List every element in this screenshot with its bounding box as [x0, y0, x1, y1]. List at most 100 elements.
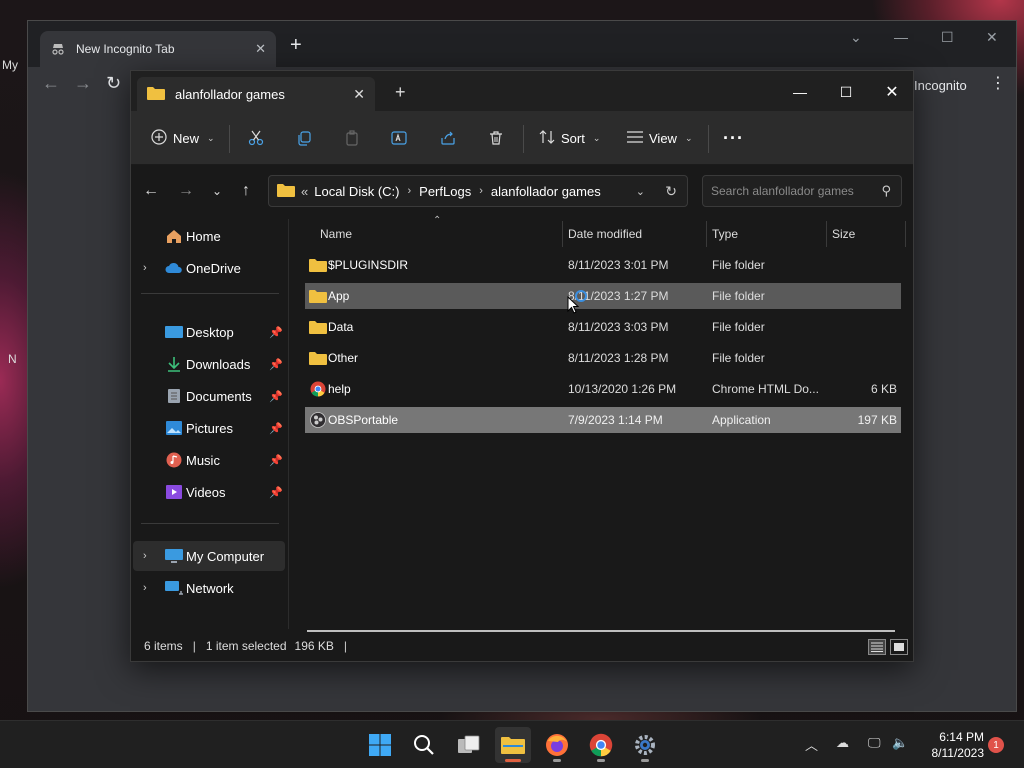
tiles-view-icon[interactable]	[890, 639, 908, 655]
sidebar-item-onedrive[interactable]: › OneDrive	[133, 253, 285, 283]
chrome-tab[interactable]: New Incognito Tab ✕	[40, 31, 276, 67]
column-header-type[interactable]: Type	[712, 219, 738, 249]
sidebar-item-desktop[interactable]: Desktop 📌	[133, 317, 285, 347]
close-icon[interactable]: ✕	[255, 41, 266, 57]
reload-icon[interactable]: ↻	[106, 73, 121, 94]
close-icon[interactable]: ✕	[353, 86, 365, 103]
close-icon[interactable]: ✕	[986, 29, 998, 46]
sidebar-item-documents[interactable]: Documents 📌	[133, 381, 285, 411]
list-item[interactable]: OBSPortable 7/9/2023 1:14 PM Application…	[305, 407, 901, 433]
paste-icon[interactable]	[340, 126, 364, 150]
sidebar-item-label: My Computer	[186, 548, 265, 564]
recent-locations-icon[interactable]: ⌄	[205, 179, 229, 203]
copy-icon[interactable]	[292, 126, 316, 150]
sidebar-item-network[interactable]: › Network	[133, 573, 285, 603]
sidebar-item-home[interactable]: Home	[133, 221, 285, 251]
pin-icon[interactable]: 📌	[269, 390, 283, 403]
chevron-right-icon[interactable]: ›	[143, 262, 147, 274]
breadcrumb-current[interactable]: alanfollador games	[491, 184, 601, 199]
minimize-icon[interactable]: —	[894, 29, 908, 45]
notification-badge[interactable]: 1	[988, 737, 1004, 753]
column-divider[interactable]	[706, 221, 707, 247]
forward-arrow-icon[interactable]: →	[74, 73, 92, 94]
sort-button[interactable]: Sort ⌄	[539, 125, 600, 151]
new-button[interactable]: New ⌄	[151, 125, 215, 151]
list-item[interactable]: help 10/13/2020 1:26 PM Chrome HTML Do..…	[305, 376, 901, 402]
more-menu-icon[interactable]: ⋮	[990, 73, 1006, 93]
view-button[interactable]: View ⌄	[627, 125, 693, 151]
column-divider[interactable]	[826, 221, 827, 247]
maximize-button[interactable]: ☐	[823, 79, 869, 105]
chevron-right-icon[interactable]: ›	[143, 582, 147, 594]
breadcrumb-overflow[interactable]: «	[301, 184, 308, 199]
pin-icon[interactable]: 📌	[269, 358, 283, 371]
incognito-badge[interactable]: Incognito	[914, 73, 994, 97]
network-status-icon[interactable]: 🖵	[868, 735, 881, 751]
share-icon[interactable]	[436, 126, 460, 150]
back-arrow-icon[interactable]: ←	[139, 179, 163, 203]
start-button[interactable]	[362, 727, 398, 763]
more-options-icon[interactable]: ···	[723, 125, 744, 151]
delete-icon[interactable]	[484, 126, 508, 150]
chevron-down-icon: ⌄	[207, 132, 215, 143]
show-hidden-icons-chevron-icon[interactable]: ︿	[805, 735, 818, 754]
chrome-tabbar: New Incognito Tab ✕ + ⌄ — ☐ ✕	[28, 21, 1016, 67]
pin-icon[interactable]: 📌	[269, 326, 283, 339]
column-divider[interactable]	[905, 221, 906, 247]
volume-icon[interactable]: 🔈	[892, 735, 908, 751]
back-arrow-icon[interactable]: ←	[42, 73, 60, 94]
list-item[interactable]: $PLUGINSDIR 8/11/2023 3:01 PM File folde…	[305, 252, 901, 278]
new-tab-button[interactable]: +	[395, 83, 406, 101]
sidebar-item-videos[interactable]: Videos 📌	[133, 477, 285, 507]
chevron-down-icon[interactable]: ⌄	[636, 185, 645, 198]
forward-arrow-icon[interactable]: →	[174, 179, 198, 203]
column-header-size[interactable]: Size	[832, 219, 855, 249]
search-button[interactable]	[406, 727, 442, 763]
rename-icon[interactable]	[388, 126, 412, 150]
command-bar: New ⌄ Sort ⌄ View ⌄ ···	[131, 111, 913, 165]
list-item[interactable]: Data 8/11/2023 3:03 PM File folder	[305, 314, 901, 340]
cut-icon[interactable]	[244, 126, 268, 150]
up-arrow-icon[interactable]: ↑	[234, 179, 258, 203]
divider	[229, 125, 230, 153]
list-item[interactable]: Other 8/11/2023 1:28 PM File folder	[305, 345, 901, 371]
column-divider[interactable]	[562, 221, 563, 247]
file-explorer-taskbar-button[interactable]	[495, 727, 531, 763]
details-view-icon[interactable]	[868, 639, 886, 655]
maximize-icon[interactable]: ☐	[941, 29, 954, 46]
task-view-button[interactable]	[451, 727, 487, 763]
divider: |	[192, 639, 196, 653]
list-item[interactable]: App 8/11/2023 1:27 PM File folder	[305, 283, 901, 309]
mouse-cursor-icon	[567, 295, 580, 317]
chrome-taskbar-button[interactable]	[583, 727, 619, 763]
settings-taskbar-button[interactable]	[627, 727, 663, 763]
sidebar-item-label: Downloads	[186, 356, 251, 372]
close-button[interactable]: ✕	[869, 79, 915, 105]
breadcrumb-local-disk[interactable]: Local Disk (C:)	[314, 184, 399, 199]
breadcrumb-perflogs[interactable]: PerfLogs	[419, 184, 471, 199]
chevron-right-icon[interactable]: ›	[143, 550, 147, 562]
sidebar-item-music[interactable]: Music 📌	[133, 445, 285, 475]
pin-icon[interactable]: 📌	[269, 454, 283, 467]
sidebar-item-downloads[interactable]: Downloads 📌	[133, 349, 285, 379]
sidebar-item-my-computer[interactable]: › My Computer	[133, 541, 285, 571]
clock[interactable]: 6:14 PM 8/11/2023	[918, 729, 985, 761]
view-label: View	[649, 130, 677, 146]
column-header-name[interactable]: Name	[320, 219, 352, 249]
minimize-button[interactable]: —	[777, 79, 823, 105]
firefox-taskbar-button[interactable]	[539, 727, 575, 763]
sidebar-item-pictures[interactable]: Pictures 📌	[133, 413, 285, 443]
pin-icon[interactable]: 📌	[269, 422, 283, 435]
folder-icon	[309, 350, 327, 366]
desktop-label: My	[2, 58, 18, 72]
address-bar[interactable]: « Local Disk (C:) › PerfLogs › alanfolla…	[268, 175, 688, 207]
new-tab-button[interactable]: +	[290, 35, 302, 55]
onedrive-offline-icon[interactable]: ☁	[836, 735, 849, 751]
chevron-down-icon[interactable]: ⌄	[850, 29, 862, 46]
file-name: help	[328, 382, 351, 396]
pin-icon[interactable]: 📌	[269, 486, 283, 499]
column-header-date[interactable]: Date modified	[568, 219, 642, 249]
refresh-icon[interactable]: ↻	[665, 183, 677, 200]
explorer-tab[interactable]: alanfollador games ✕	[137, 77, 375, 111]
search-input[interactable]: Search alanfollador games ⚲	[702, 175, 902, 207]
